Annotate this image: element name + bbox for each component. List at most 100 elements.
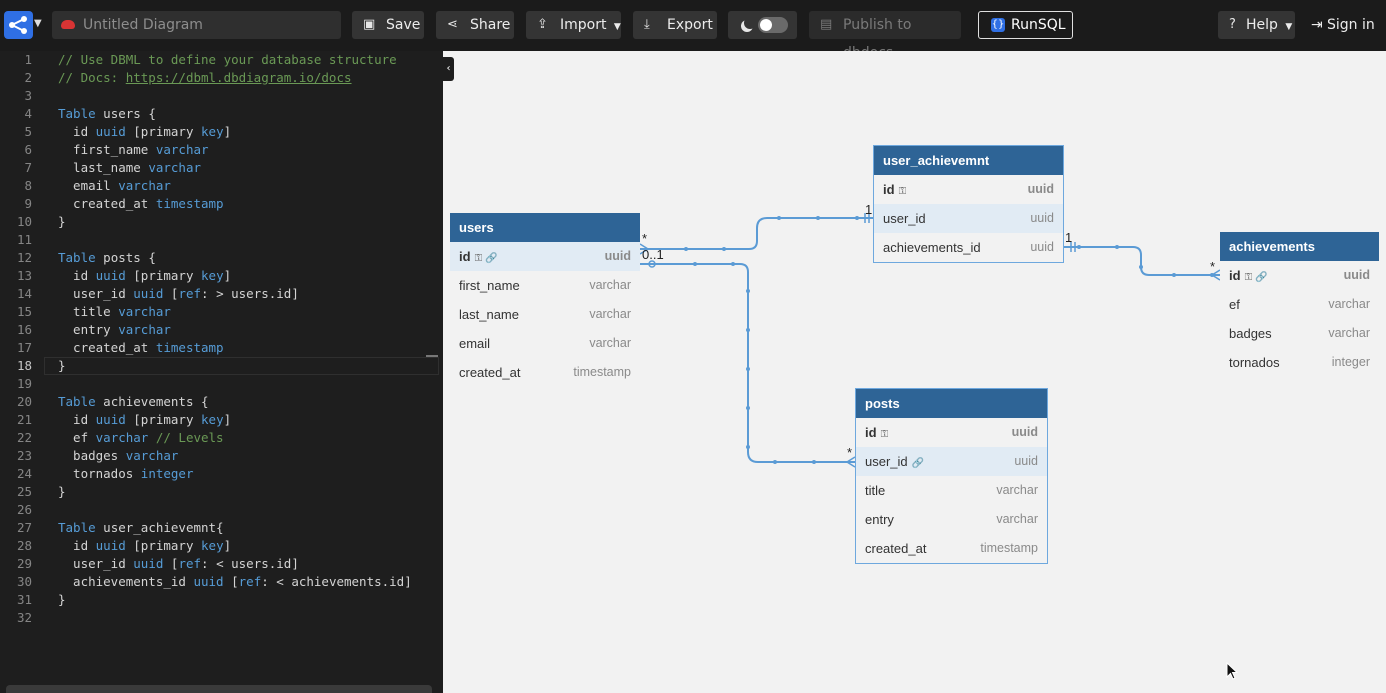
code-line[interactable]: 4 Table users { bbox=[0, 105, 443, 123]
code-line[interactable]: 20 Table achievements { bbox=[0, 393, 443, 411]
code-line[interactable]: 10} bbox=[0, 213, 443, 231]
table-posts[interactable]: posts id ⚿ uuid user_id 🔗 uuid title varchar entr… bbox=[855, 388, 1048, 564]
code-line[interactable]: 22 ef varchar // Levels bbox=[0, 429, 443, 447]
table-field-row[interactable]: created_at timestamp bbox=[450, 358, 640, 387]
line-number: 28 bbox=[16, 538, 32, 553]
code-text: tornados integer bbox=[58, 466, 194, 481]
field-type: integer bbox=[1331, 355, 1370, 369]
line-number: 8 bbox=[24, 178, 32, 193]
table-field-row[interactable]: user_id uuid bbox=[874, 204, 1063, 233]
table-field-row[interactable]: entry varchar bbox=[856, 505, 1047, 534]
code-line[interactable]: 8 email varchar bbox=[0, 177, 443, 195]
save-button[interactable]: ▣ Save bbox=[352, 11, 424, 39]
field-type: varchar bbox=[1328, 326, 1370, 340]
help-button[interactable]: ? Help ▼ bbox=[1218, 11, 1295, 39]
table-header[interactable]: user_achievemnt bbox=[874, 146, 1063, 175]
code-text: last_name varchar bbox=[58, 160, 201, 175]
runsql-icon: {} bbox=[991, 18, 1005, 32]
line-number: 14 bbox=[16, 286, 32, 301]
key-icon: ⚿ bbox=[898, 186, 907, 197]
table-field-row[interactable]: created_at timestamp bbox=[856, 534, 1047, 563]
code-line[interactable]: 12 Table posts { bbox=[0, 249, 443, 267]
code-line[interactable]: 21 id uuid [primary key] bbox=[0, 411, 443, 429]
line-number: 4 bbox=[24, 106, 32, 121]
code-text: // Docs: https://dbml.dbdiagram.io/docs bbox=[58, 70, 352, 85]
field-name: id bbox=[865, 425, 877, 440]
code-line[interactable]: 24 tornados integer bbox=[0, 465, 443, 483]
cardinality-users-many: * bbox=[642, 231, 647, 246]
share-button[interactable]: ⋖ Share bbox=[436, 11, 514, 39]
theme-toggle-switch[interactable] bbox=[758, 17, 788, 33]
key-icon: ⚿ 🔗 bbox=[474, 253, 498, 264]
code-line[interactable]: 28 id uuid [primary key] bbox=[0, 537, 443, 555]
table-achievements[interactable]: achievements id ⚿ 🔗 uuid ef varchar badges varc… bbox=[1220, 232, 1379, 377]
sign-in-button[interactable]: ⇥ Sign in bbox=[1303, 11, 1375, 39]
code-line[interactable]: 3 bbox=[0, 87, 443, 105]
theme-toggle-button[interactable] bbox=[728, 11, 797, 39]
code-line[interactable]: 16 entry varchar bbox=[0, 321, 443, 339]
code-line[interactable]: 5 id uuid [primary key] bbox=[0, 123, 443, 141]
code-line[interactable]: 6 first_name varchar bbox=[0, 141, 443, 159]
diagram-canvas[interactable]: ‹ * 0..1 1 1 * * users id ⚿ 🔗 uuid first… bbox=[443, 51, 1386, 693]
code-line[interactable]: 11 bbox=[0, 231, 443, 249]
field-type: varchar bbox=[589, 278, 631, 292]
code-line[interactable]: 18} bbox=[0, 357, 443, 375]
code-line[interactable]: 27 Table user_achievemnt{ bbox=[0, 519, 443, 537]
import-button[interactable]: ⇪ Import ▼ bbox=[526, 11, 621, 39]
editor-scrollbar[interactable] bbox=[6, 685, 432, 693]
key-icon: ⚿ bbox=[880, 429, 889, 440]
table-field-row[interactable]: badges varchar bbox=[1220, 319, 1379, 348]
code-text: } bbox=[58, 592, 66, 607]
chevron-down-icon[interactable]: ▼ bbox=[34, 18, 42, 29]
code-line[interactable]: 9 created_at timestamp bbox=[0, 195, 443, 213]
code-editor[interactable]: 1 // Use DBML to define your database str… bbox=[0, 51, 443, 693]
logo-icon[interactable] bbox=[4, 11, 33, 39]
field-type: uuid bbox=[1030, 240, 1054, 254]
code-line[interactable]: 15 title varchar bbox=[0, 303, 443, 321]
line-number: 3 bbox=[24, 88, 32, 103]
runsql-button[interactable]: {} RunSQL bbox=[978, 11, 1073, 39]
code-line[interactable]: 30 achievements_id uuid [ref: < achievem… bbox=[0, 573, 443, 591]
code-text: user_id uuid [ref: > users.id] bbox=[58, 286, 299, 301]
code-line[interactable]: 7 last_name varchar bbox=[0, 159, 443, 177]
table-field-row[interactable]: ef varchar bbox=[1220, 290, 1379, 319]
code-line[interactable]: 29 user_id uuid [ref: < users.id] bbox=[0, 555, 443, 573]
table-header[interactable]: posts bbox=[856, 389, 1047, 418]
code-line[interactable]: 25} bbox=[0, 483, 443, 501]
field-name: user_id bbox=[883, 211, 926, 226]
code-line[interactable]: 26 bbox=[0, 501, 443, 519]
code-line[interactable]: 14 user_id uuid [ref: > users.id] bbox=[0, 285, 443, 303]
table-field-row[interactable]: first_name varchar bbox=[450, 271, 640, 300]
line-number: 16 bbox=[16, 322, 32, 337]
table-field-row[interactable]: id ⚿ uuid bbox=[874, 175, 1063, 204]
table-field-row[interactable]: id ⚿ uuid bbox=[856, 418, 1047, 447]
table-users[interactable]: users id ⚿ 🔗 uuid first_name varchar last_name… bbox=[450, 213, 640, 387]
table-field-row[interactable]: last_name varchar bbox=[450, 300, 640, 329]
table-field-row[interactable]: user_id 🔗 uuid bbox=[856, 447, 1047, 476]
export-button[interactable]: ⤓ Export bbox=[633, 11, 717, 39]
table-field-row[interactable]: achievements_id uuid bbox=[874, 233, 1063, 262]
table-header[interactable]: achievements bbox=[1220, 232, 1379, 261]
cardinality-users-zero-one: 0..1 bbox=[642, 247, 664, 262]
code-line[interactable]: 2 // Docs: https://dbml.dbdiagram.io/docs bbox=[0, 69, 443, 87]
diagram-title-input[interactable]: Untitled Diagram bbox=[52, 11, 341, 39]
code-line[interactable]: 32 bbox=[0, 609, 443, 627]
publish-dbdocs-button[interactable]: ▤ Publish to dbdocs bbox=[809, 11, 961, 61]
code-text: created_at timestamp bbox=[58, 196, 224, 211]
code-line[interactable]: 31} bbox=[0, 591, 443, 609]
field-name: created_at bbox=[459, 365, 521, 380]
code-line[interactable]: 23 badges varchar bbox=[0, 447, 443, 465]
code-line[interactable]: 17 created_at timestamp bbox=[0, 339, 443, 357]
table-field-row[interactable]: title varchar bbox=[856, 476, 1047, 505]
table-header[interactable]: users bbox=[450, 213, 640, 242]
code-line[interactable]: 19 bbox=[0, 375, 443, 393]
table-field-row[interactable]: id ⚿ 🔗 uuid bbox=[450, 242, 640, 271]
table-user-achievemnt[interactable]: user_achievemnt id ⚿ uuid user_id uuid achieve… bbox=[873, 145, 1064, 263]
code-text: ef varchar // Levels bbox=[58, 430, 224, 445]
code-line[interactable]: 13 id uuid [primary key] bbox=[0, 267, 443, 285]
table-field-row[interactable]: tornados integer bbox=[1220, 348, 1379, 377]
code-line[interactable]: 1 // Use DBML to define your database str… bbox=[0, 51, 443, 69]
table-field-row[interactable]: id ⚿ 🔗 uuid bbox=[1220, 261, 1379, 290]
field-type: timestamp bbox=[573, 365, 631, 379]
table-field-row[interactable]: email varchar bbox=[450, 329, 640, 358]
